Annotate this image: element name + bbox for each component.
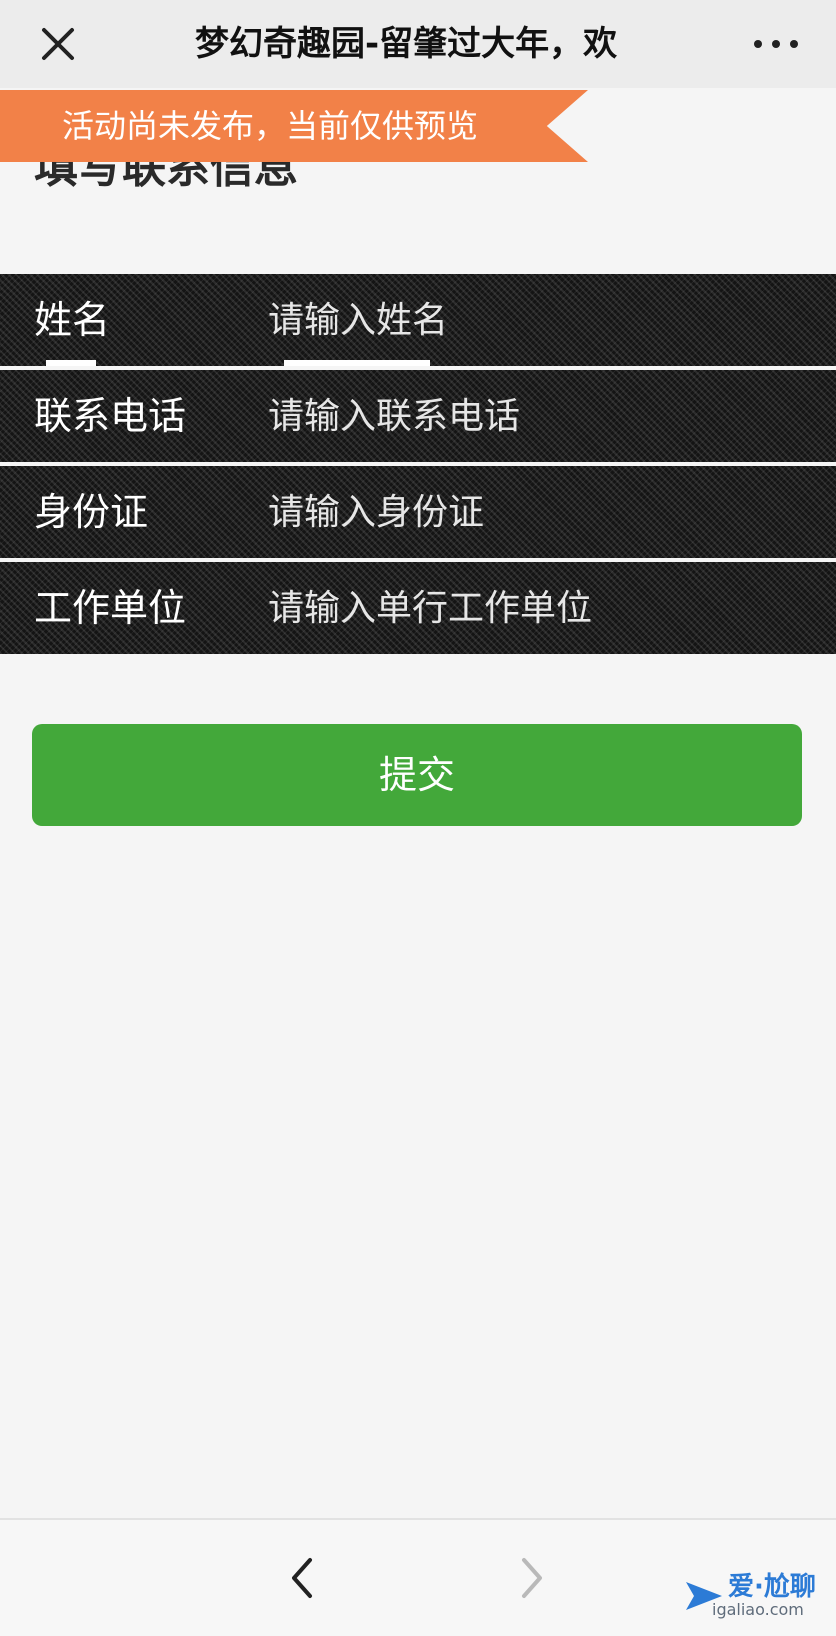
form-row-employer: 工作单位: [0, 562, 836, 654]
contact-form: 姓名 联系电话 身份证 工作单位: [0, 274, 836, 654]
phone-label: 联系电话: [34, 394, 187, 438]
divider-mark: [46, 360, 96, 366]
page-title: 梦幻奇趣园-留肇过大年，欢: [195, 24, 618, 64]
form-row-id-card: 身份证: [0, 466, 836, 562]
employer-input[interactable]: [268, 576, 808, 640]
forward-button[interactable]: [502, 1550, 558, 1606]
preview-banner-text: 活动尚未发布，当前仅供预览: [62, 107, 479, 145]
name-input[interactable]: [268, 288, 808, 352]
divider-mark: [284, 360, 430, 366]
more-dot: [772, 40, 780, 48]
id-card-input[interactable]: [268, 480, 808, 544]
form-row-phone: 联系电话: [0, 370, 836, 466]
name-label: 姓名: [34, 298, 111, 342]
preview-banner: 活动尚未发布，当前仅供预览: [0, 90, 588, 162]
employer-label: 工作单位: [34, 586, 187, 630]
more-dot: [754, 40, 762, 48]
chevron-left-icon: [292, 1558, 312, 1598]
watermark-url: igaliao.com: [712, 1600, 804, 1619]
submit-button[interactable]: 提交: [32, 724, 802, 826]
more-button[interactable]: [746, 24, 806, 64]
more-dot: [790, 40, 798, 48]
watermark-text: 爱·尬聊: [728, 1572, 816, 1602]
top-bar: 梦幻奇趣园-留肇过大年，欢: [0, 0, 836, 88]
id-card-label: 身份证: [34, 490, 149, 534]
form-row-name: 姓名: [0, 274, 836, 370]
close-icon: [42, 28, 74, 60]
chevron-right-icon: [522, 1558, 542, 1598]
phone-input[interactable]: [268, 384, 808, 448]
watermark: 爱·尬聊 igaliao.com: [682, 1566, 832, 1630]
back-button[interactable]: [276, 1550, 332, 1606]
close-button[interactable]: [34, 20, 82, 68]
